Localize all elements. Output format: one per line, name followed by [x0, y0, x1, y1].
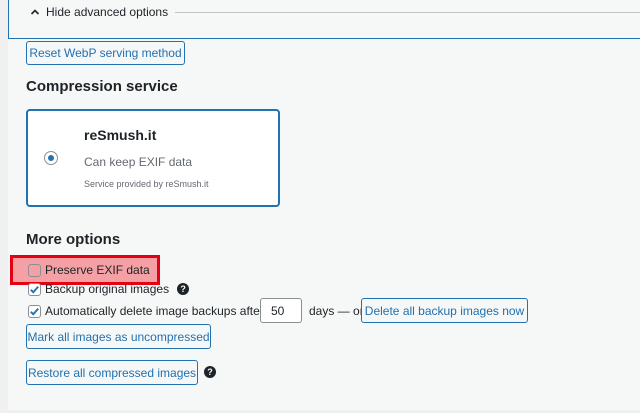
- backup-original-row[interactable]: Backup original images ?: [28, 281, 190, 297]
- hide-advanced-label: Hide advanced options: [46, 5, 169, 19]
- auto-delete-checkbox[interactable]: [28, 304, 41, 318]
- days-suffix: days — or: [309, 304, 364, 318]
- checkmark-icon: [30, 307, 39, 316]
- resmushit-service-card[interactable]: reSmush.it Can keep EXIF data Service pr…: [26, 109, 280, 207]
- service-credit: Service provided by reSmush.it: [84, 179, 209, 189]
- chevron-up-icon: [30, 9, 40, 15]
- backup-original-label: Backup original images: [45, 282, 170, 296]
- backup-original-checkbox[interactable]: [28, 282, 41, 296]
- preserve-exif-label: Preserve EXIF data: [45, 263, 150, 277]
- restore-compressed-button[interactable]: Restore all compressed images: [26, 360, 198, 385]
- service-radio[interactable]: [44, 151, 58, 165]
- compression-service-heading: Compression service: [26, 78, 178, 95]
- mark-uncompressed-button[interactable]: Mark all images as uncompressed: [26, 324, 211, 349]
- reset-webp-button[interactable]: Reset WebP serving method: [26, 41, 185, 65]
- backup-days-input[interactable]: [260, 298, 302, 323]
- delete-backups-button[interactable]: Delete all backup images now: [361, 298, 528, 323]
- service-description: Can keep EXIF data: [84, 155, 193, 169]
- more-options-heading: More options: [26, 231, 121, 248]
- help-icon[interactable]: ?: [177, 283, 190, 295]
- advanced-divider: [175, 12, 640, 13]
- auto-delete-label: Automatically delete image backups after: [45, 304, 264, 318]
- hide-advanced-toggle[interactable]: Hide advanced options: [30, 4, 173, 20]
- preserve-exif-row[interactable]: Preserve EXIF data: [28, 262, 150, 278]
- auto-delete-row[interactable]: Automatically delete image backups after: [28, 303, 264, 319]
- help-icon[interactable]: ?: [204, 366, 216, 378]
- preserve-exif-checkbox[interactable]: [28, 263, 41, 277]
- checkmark-icon: [30, 285, 39, 294]
- service-name: reSmush.it: [84, 127, 157, 143]
